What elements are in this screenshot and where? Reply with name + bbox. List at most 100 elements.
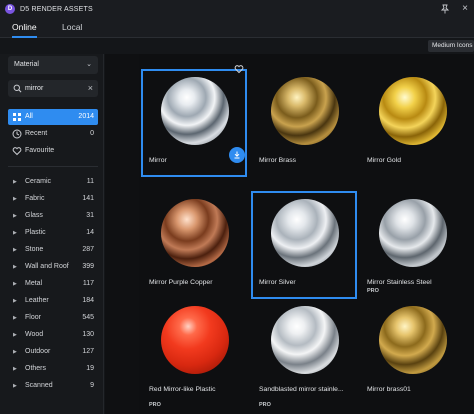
pro-badge: PRO xyxy=(367,288,379,294)
category-leather[interactable]: ▶ Leather 184 xyxy=(8,293,98,309)
category-glass[interactable]: ▶ Glass 31 xyxy=(8,208,98,224)
asset-name: Red Mirror-like Plastic xyxy=(149,386,216,393)
category-scanned[interactable]: ▶ Scanned 9 xyxy=(8,378,98,394)
asset-name: Mirror brass01 xyxy=(367,386,411,393)
asset-name: Mirror xyxy=(149,157,167,164)
caret-right-icon: ▶ xyxy=(13,298,17,304)
material-preview xyxy=(271,306,339,374)
asset-card-mirror-brass[interactable]: Mirror Brass xyxy=(251,69,357,177)
asset-name: Sandblasted mirror stainle... xyxy=(259,386,344,393)
pin-icon[interactable] xyxy=(440,4,450,14)
asset-name: Mirror Brass xyxy=(259,157,297,164)
material-preview xyxy=(271,77,339,145)
filter-all[interactable]: All 2014 xyxy=(8,109,98,125)
category-label: Ceramic xyxy=(25,178,52,185)
material-preview xyxy=(379,306,447,374)
clear-search-icon[interactable]: × xyxy=(88,80,93,97)
asset-card-mirror-silver[interactable]: Mirror Silver xyxy=(251,191,357,299)
caret-right-icon: ▶ xyxy=(13,349,17,355)
filter-all-label: All xyxy=(25,113,33,120)
category-others[interactable]: ▶ Others 19 xyxy=(8,361,98,377)
category-count: 287 xyxy=(82,246,94,253)
asset-name: Mirror Gold xyxy=(367,157,401,164)
material-preview xyxy=(161,306,229,374)
category-label: Others xyxy=(25,365,47,372)
category-metal[interactable]: ▶ Metal 117 xyxy=(8,276,98,292)
search-input[interactable]: mirror × xyxy=(8,80,98,97)
filter-recent[interactable]: Recent 0 xyxy=(8,126,98,142)
asset-card-mirror-gold[interactable]: Mirror Gold xyxy=(359,69,465,177)
caret-right-icon: ▶ xyxy=(13,281,17,287)
category-count: 130 xyxy=(82,331,94,338)
category-count: 184 xyxy=(82,297,94,304)
category-label: Outdoor xyxy=(25,348,51,355)
category-wall-and-roof[interactable]: ▶ Wall and Roof 399 xyxy=(8,259,98,275)
pro-badge: PRO xyxy=(149,402,161,408)
grid-gutter xyxy=(105,54,139,414)
asset-name: Mirror Stainless Steel xyxy=(367,279,432,286)
category-label: Glass xyxy=(25,212,43,219)
caret-right-icon: ▶ xyxy=(13,315,17,321)
toolbar: Medium Icons xyxy=(0,38,474,54)
category-outdoor[interactable]: ▶ Outdoor 127 xyxy=(8,344,98,360)
filter-all-count: 2014 xyxy=(78,113,94,120)
category-plastic[interactable]: ▶ Plastic 14 xyxy=(8,225,98,241)
view-mode-button[interactable]: Medium Icons xyxy=(428,40,474,52)
chevron-down-icon: ⌄ xyxy=(86,61,92,68)
search-value: mirror xyxy=(25,85,44,92)
filter-recent-label: Recent xyxy=(25,130,48,137)
category-label: Plastic xyxy=(25,229,46,236)
category-count: 545 xyxy=(82,314,94,321)
filter-favourite-label: Favourite xyxy=(25,147,55,154)
asset-card-mirror[interactable]: Mirror xyxy=(141,69,247,177)
category-count: 14 xyxy=(86,229,94,236)
tab-local[interactable]: Local xyxy=(62,18,82,38)
category-floor[interactable]: ▶ Floor 545 xyxy=(8,310,98,326)
category-label: Scanned xyxy=(25,382,53,389)
heart-icon xyxy=(12,147,22,156)
material-preview xyxy=(271,199,339,267)
filter-recent-count: 0 xyxy=(90,130,94,137)
grid-icon xyxy=(13,113,21,121)
category-label: Leather xyxy=(25,297,49,304)
category-stone[interactable]: ▶ Stone 287 xyxy=(8,242,98,258)
download-icon xyxy=(234,151,240,159)
category-count: 19 xyxy=(86,365,94,372)
category-count: 117 xyxy=(82,280,94,287)
search-icon xyxy=(13,84,22,93)
tab-online[interactable]: Online xyxy=(12,18,37,38)
pro-badge: PRO xyxy=(259,402,271,408)
caret-right-icon: ▶ xyxy=(13,196,17,202)
caret-right-icon: ▶ xyxy=(13,366,17,372)
asset-card-mirror-stainless-steel[interactable]: Mirror Stainless Steel PRO xyxy=(359,191,465,299)
category-label: Fabric xyxy=(25,195,45,202)
category-label: Wall and Roof xyxy=(25,263,69,270)
app-logo: D xyxy=(5,4,15,14)
asset-card-mirror-brass01[interactable]: Mirror brass01 xyxy=(359,298,465,406)
caret-right-icon: ▶ xyxy=(13,264,17,270)
close-icon[interactable]: × xyxy=(462,3,468,14)
asset-card-mirror-purple-copper[interactable]: Mirror Purple Copper xyxy=(141,191,247,299)
asset-type-value: Material xyxy=(14,61,39,68)
asset-type-select[interactable]: Material ⌄ xyxy=(8,56,98,74)
favourite-heart-icon[interactable] xyxy=(234,64,244,74)
category-label: Wood xyxy=(25,331,44,338)
asset-name: Mirror Purple Copper xyxy=(149,279,213,286)
caret-right-icon: ▶ xyxy=(13,230,17,236)
sidebar: Material ⌄ mirror × All 2014 Recent 0 Fa… xyxy=(0,54,104,414)
asset-card-sandblasted-mirror[interactable]: Sandblasted mirror stainle... PRO xyxy=(251,298,357,408)
window-title: D5 RENDER ASSETS xyxy=(20,5,93,13)
category-label: Metal xyxy=(25,280,43,287)
category-wood[interactable]: ▶ Wood 130 xyxy=(8,327,98,343)
category-count: 141 xyxy=(82,195,94,202)
category-fabric[interactable]: ▶ Fabric 141 xyxy=(8,191,98,207)
download-button[interactable] xyxy=(229,147,245,163)
material-preview xyxy=(161,77,229,145)
category-label: Stone xyxy=(25,246,44,253)
caret-right-icon: ▶ xyxy=(13,332,17,338)
category-ceramic[interactable]: ▶ Ceramic 11 xyxy=(8,174,98,190)
material-preview xyxy=(161,199,229,267)
asset-card-red-mirror-like-plastic[interactable]: Red Mirror-like Plastic PRO xyxy=(141,298,247,408)
clock-icon xyxy=(12,129,22,139)
filter-favourite[interactable]: Favourite xyxy=(8,143,98,159)
